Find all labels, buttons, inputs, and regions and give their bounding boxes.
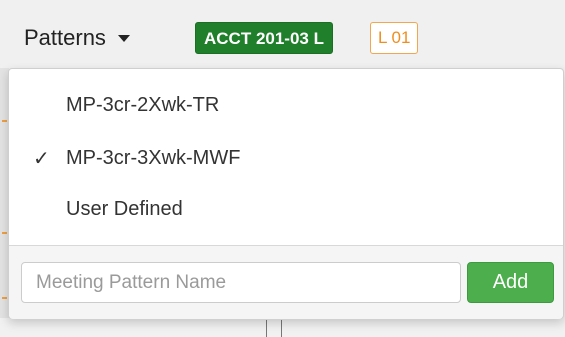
new-pattern-form: Add [9, 245, 563, 319]
checkmark-icon: ✓ [33, 147, 50, 170]
screen: Patterns ACCT 201-03 L L 01 MP-3cr-2Xwk-… [0, 0, 565, 337]
menu-item-mp-3cr-2xwk-tr[interactable]: MP-3cr-2Xwk-TR [9, 83, 563, 127]
toolbar: Patterns ACCT 201-03 L L 01 [0, 0, 565, 68]
patterns-label: Patterns [24, 25, 106, 50]
background-grid-line [266, 320, 267, 337]
course-badge[interactable]: ACCT 201-03 L [195, 22, 333, 54]
menu-item-user-defined[interactable]: User Defined [9, 187, 563, 231]
meeting-pattern-name-input[interactable] [21, 262, 461, 303]
add-button[interactable]: Add [467, 262, 554, 303]
section-badge[interactable]: L 01 [370, 22, 419, 54]
menu-item-label: MP-3cr-2Xwk-TR [66, 93, 220, 116]
menu-item-label: MP-3cr-3Xwk-MWF [66, 146, 241, 169]
patterns-dropdown-menu: MP-3cr-2Xwk-TR ✓ MP-3cr-3Xwk-MWF User De… [8, 68, 564, 319]
background-marker [2, 232, 7, 234]
background-grid-line [281, 320, 282, 337]
menu-item-label: User Defined [66, 197, 183, 220]
caret-down-icon [117, 34, 130, 42]
background-grid-strip [0, 318, 565, 337]
background-marker [2, 120, 7, 122]
menu-item-mp-3cr-3xwk-mwf[interactable]: ✓ MP-3cr-3Xwk-MWF [9, 136, 563, 180]
patterns-dropdown-toggle[interactable]: Patterns [24, 18, 130, 58]
background-marker [2, 297, 7, 299]
